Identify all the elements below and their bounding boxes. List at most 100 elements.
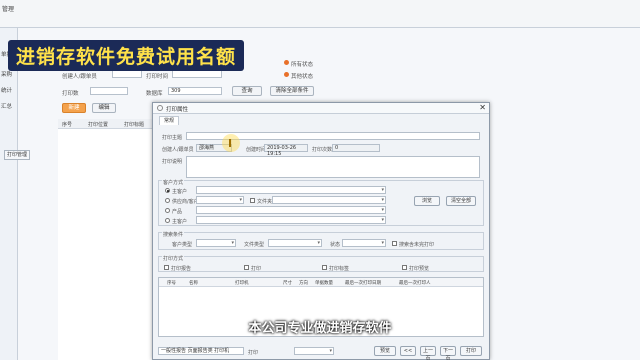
opt-label-label: 打印标签: [329, 266, 350, 272]
create-time-value: 2019-03-26 19:15: [264, 144, 308, 157]
cond-unfinished-label: 搜索含未完打印: [399, 242, 435, 248]
supplier-select[interactable]: ▾: [196, 196, 244, 204]
first-page-button[interactable]: <<: [400, 346, 416, 356]
printer-select[interactable]: ▾: [294, 347, 334, 355]
radio-product[interactable]: [165, 208, 170, 213]
radio-all-status-label: 所有状态: [291, 62, 314, 68]
list-col-0[interactable]: 序号: [167, 280, 176, 286]
left-nav: 单据 采购 统计 汇总: [0, 28, 18, 360]
clear-filter-button[interactable]: 清除全部条件: [270, 86, 314, 96]
filter-creator-label: 创建人/跟单员: [62, 74, 97, 80]
grid-body: [58, 129, 158, 360]
grid-header: 序号 打印位置 打印标题: [58, 119, 158, 129]
filter-db-label: 数据库: [146, 91, 163, 97]
cond-file-select[interactable]: ▾: [268, 239, 322, 247]
radio-other-status[interactable]: [284, 72, 289, 77]
list-col-4[interactable]: 方向: [299, 280, 308, 286]
filter-print-time-input[interactable]: [172, 70, 222, 78]
filter-creator-input[interactable]: [112, 70, 142, 78]
chevron-down-icon: ▾: [231, 240, 234, 246]
chevron-down-icon: ▾: [239, 197, 242, 203]
grid-col-0[interactable]: 序号: [62, 121, 72, 128]
clear-all-button[interactable]: 清空全部: [446, 196, 476, 206]
dialog-title-bar[interactable]: 打印属性 ✕: [153, 103, 489, 114]
browse-button[interactable]: 浏览: [414, 196, 440, 206]
radio-all-status[interactable]: [284, 60, 289, 65]
chevron-down-icon: ▾: [317, 240, 320, 246]
text-cursor-icon: I: [228, 137, 233, 150]
cond-unfinished-checkbox[interactable]: [392, 241, 397, 246]
list-col-5[interactable]: 单据数量: [315, 280, 333, 286]
footer-print-label: 打印: [248, 350, 259, 356]
cond-file-label: 文件类型: [244, 242, 265, 248]
opt-preview-checkbox[interactable]: [402, 265, 407, 270]
list-col-7[interactable]: 最后一次打印人: [399, 280, 431, 286]
dialog-app-icon: [157, 105, 163, 111]
radio-supplier-label: 供应商/客户: [172, 199, 199, 205]
video-caption: 本公司专业做进销存软件: [248, 321, 392, 336]
remark-input[interactable]: [186, 156, 480, 178]
filter-print-time-label: 打印时间: [146, 74, 169, 80]
list-col-6[interactable]: 最后一次打印日期: [345, 280, 381, 286]
dialog-title: 打印属性: [166, 107, 189, 113]
radio-supplier[interactable]: [165, 198, 170, 203]
nav-item-3[interactable]: 汇总: [1, 102, 12, 110]
cond-status-select[interactable]: ▾: [342, 239, 386, 247]
print-manage-button[interactable]: 打印管理: [4, 150, 30, 160]
main-customer-select[interactable]: ▾: [196, 186, 386, 194]
opt-report-label: 打印报告: [171, 266, 192, 272]
list-col-1[interactable]: 名称: [189, 280, 198, 286]
close-icon[interactable]: ✕: [479, 103, 486, 112]
opt-preview-label: 打印预览: [409, 266, 430, 272]
preview-button[interactable]: 预览: [374, 346, 396, 356]
nav-item-2[interactable]: 统计: [1, 86, 12, 94]
file-select[interactable]: ▾: [272, 196, 386, 204]
print-method-group: [158, 256, 484, 272]
create-time-label: 创建时间: [246, 147, 267, 153]
chevron-down-icon: ▾: [381, 207, 384, 213]
chevron-down-icon: ▾: [381, 240, 384, 246]
cond-customer-label: 客户类型: [172, 242, 193, 248]
client-select[interactable]: ▾: [196, 216, 386, 224]
grid-col-1[interactable]: 打印位置: [88, 121, 108, 128]
filter-print-count-input[interactable]: [90, 87, 128, 95]
report-type-select[interactable]: 一般性报告 页面报告类 打印机: [158, 347, 244, 355]
filter-db-input[interactable]: 309: [168, 87, 222, 95]
file-checkbox[interactable]: [250, 198, 255, 203]
radio-main-customer[interactable]: [165, 188, 170, 193]
app-menu-label[interactable]: 管理: [2, 4, 14, 13]
opt-report-checkbox[interactable]: [164, 265, 169, 270]
printer-list-header: 序号 名称 打印机 尺寸 方向 单据数量 最后一次打印日期 最后一次打印人: [159, 278, 483, 287]
grid-col-2[interactable]: 打印标题: [124, 121, 144, 128]
nav-item-1[interactable]: 采购: [1, 70, 12, 78]
chevron-down-icon: ▾: [381, 217, 384, 223]
new-button[interactable]: 新建: [62, 103, 86, 113]
edit-button[interactable]: 编辑: [92, 103, 116, 113]
radio-client[interactable]: [165, 218, 170, 223]
cond-status-label: 状态: [330, 242, 341, 248]
print-count-label: 打印次数: [312, 147, 333, 153]
opt-print-checkbox[interactable]: [244, 265, 249, 270]
condition-section-label: 搜索条件: [162, 231, 185, 238]
print-button[interactable]: 打印: [460, 346, 482, 356]
print-count-value: 0: [332, 144, 380, 152]
chevron-down-icon: ▾: [381, 187, 384, 193]
list-col-3[interactable]: 尺寸: [283, 280, 292, 286]
product-select[interactable]: ▾: [196, 206, 386, 214]
query-button[interactable]: 查询: [232, 86, 262, 96]
list-col-2[interactable]: 打印机: [235, 280, 249, 286]
promo-banner: 进销存软件免费试用名额: [8, 40, 245, 71]
cond-customer-select[interactable]: ▾: [196, 239, 236, 247]
radio-product-label: 产品: [172, 209, 183, 215]
prev-page-button[interactable]: 上一页: [420, 346, 436, 360]
creator-label: 创建人/跟单员: [162, 147, 194, 153]
radio-main-customer-label: 主客户: [172, 189, 188, 195]
promo-banner-text: 进销存软件免费试用名额: [16, 46, 237, 68]
print-section-label: 打印方式: [162, 255, 185, 262]
chevron-down-icon: ▾: [329, 348, 332, 354]
tab-general[interactable]: 常规: [159, 116, 179, 125]
opt-label-checkbox[interactable]: [322, 265, 327, 270]
next-page-button[interactable]: 下一页: [440, 346, 456, 360]
app-top-bar: 管理: [0, 0, 640, 28]
chevron-down-icon: ▾: [381, 197, 384, 203]
